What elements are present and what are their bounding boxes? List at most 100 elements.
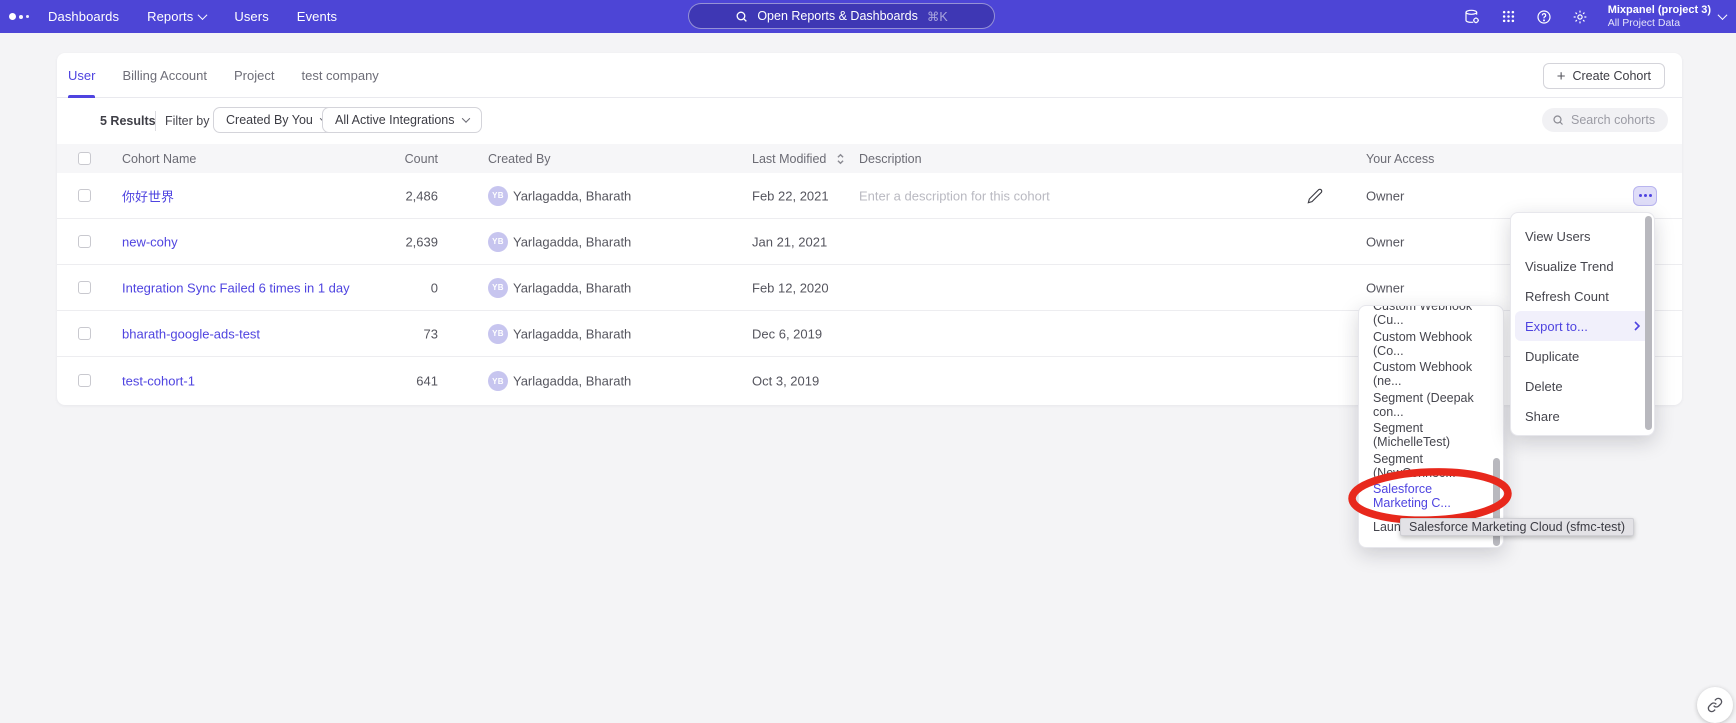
export-to-label: Export to... [1525,319,1588,334]
access-level: Owner [1366,280,1404,295]
cohort-count: 0 [327,280,438,295]
search-icon [735,10,748,23]
share-link-button[interactable] [1697,687,1733,723]
header-your-access: Your Access [1366,152,1434,166]
avatar: YB [488,232,508,252]
search-cohorts-input[interactable]: Search cohorts [1542,108,1668,132]
header-count: Count [327,152,438,166]
tab-billing-account[interactable]: Billing Account [122,53,207,98]
created-by-filter[interactable]: Created By You [213,107,340,133]
top-nav: Dashboards Reports Users Events Open Rep… [0,0,1736,33]
menu-item-duplicate[interactable]: Duplicate [1511,341,1654,371]
row-checkbox[interactable] [78,189,91,202]
keyboard-shortcut: ⌘K [927,9,948,24]
last-modified-date: Jan 21, 2021 [752,234,827,249]
export-submenu: Custom Webhook (Cu... Custom Webhook (Co… [1358,305,1504,548]
data-management-icon[interactable] [1464,8,1481,25]
submenu-item-segment-1[interactable]: Segment (Deepak con... [1359,390,1503,421]
integrations-filter-label: All Active Integrations [335,113,455,127]
menu-item-delete[interactable]: Delete [1511,371,1654,401]
row-checkbox[interactable] [78,374,91,387]
cohort-count: 2,486 [327,188,438,203]
header-last-modified[interactable]: Last Modified [752,152,826,166]
help-icon[interactable] [1536,8,1553,25]
sort-icon[interactable] [837,153,844,165]
chevron-down-icon[interactable] [1718,10,1728,20]
created-by-filter-label: Created By You [226,113,313,127]
chevron-down-icon [198,10,208,20]
row-checkbox[interactable] [78,235,91,248]
submenu-arrow-icon [1634,321,1640,331]
nav-reports-label: Reports [147,9,193,24]
context-menu-scrollbar[interactable] [1645,216,1652,430]
table-row: 你好世界 2,486 YB Yarlagadda, Bharath Feb 22… [57,173,1682,219]
row-checkbox[interactable] [78,281,91,294]
table-row: new-cohy 2,639 YB Yarlagadda, Bharath Ja… [57,219,1682,265]
global-search-bar[interactable]: Open Reports & Dashboards ⌘K [688,3,995,29]
tab-test-company[interactable]: test company [301,53,378,98]
submenu-item-custom-webhook-1[interactable]: Custom Webhook (Cu... [1359,305,1503,329]
plus-icon: + [1557,69,1566,84]
created-by-name: Yarlagadda, Bharath [513,188,631,203]
last-modified-date: Dec 6, 2019 [752,326,822,341]
header-description: Description [859,152,922,166]
row-actions-button[interactable] [1633,186,1657,206]
description-placeholder[interactable]: Enter a description for this cohort [859,188,1050,203]
row-checkbox[interactable] [78,327,91,340]
integrations-filter[interactable]: All Active Integrations [322,107,482,133]
select-all-checkbox[interactable] [78,152,91,165]
filter-by-label: Filter by [165,114,209,128]
menu-item-view-users[interactable]: View Users [1511,221,1654,251]
avatar: YB [488,278,508,298]
nav-users[interactable]: Users [234,9,268,24]
mixpanel-logo-icon[interactable] [9,13,29,20]
filter-bar: 5 Results Filter by Created By You All A… [57,98,1682,144]
project-selector[interactable]: Mixpanel (project 3) All Project Data [1608,4,1711,29]
created-by-name: Yarlagadda, Bharath [513,326,631,341]
table-header: Cohort Name Count Created By Last Modifi… [57,144,1682,173]
project-scope: All Project Data [1608,17,1711,29]
last-modified-date: Oct 3, 2019 [752,374,819,389]
row-context-menu: View Users Visualize Trend Refresh Count… [1510,212,1655,436]
entity-tabbar: User Billing Account Project test compan… [57,53,1682,98]
menu-item-visualize-trend[interactable]: Visualize Trend [1511,251,1654,281]
cohort-count: 73 [327,326,438,341]
tab-user[interactable]: User [68,53,95,98]
project-name: Mixpanel (project 3) [1608,4,1711,17]
menu-item-refresh-count[interactable]: Refresh Count [1511,281,1654,311]
cohort-name-link[interactable]: new-cohy [122,234,178,249]
link-icon [1707,697,1723,713]
global-search-placeholder: Open Reports & Dashboards [757,9,918,23]
nav-events[interactable]: Events [297,9,337,24]
cohort-name-link[interactable]: bharath-google-ads-test [122,326,260,341]
submenu-item-custom-webhook-2[interactable]: Custom Webhook (Co... [1359,329,1503,360]
last-modified-date: Feb 22, 2021 [752,188,829,203]
divider [155,111,156,131]
apps-grid-icon[interactable] [1500,8,1517,25]
access-level: Owner [1366,188,1404,203]
cohort-count: 641 [327,374,438,389]
menu-item-export-to[interactable]: Export to... [1515,311,1650,341]
cohort-name-link[interactable]: 你好世界 [122,186,174,205]
avatar: YB [488,186,508,206]
submenu-item-segment-3[interactable]: Segment (NewConnec... [1359,451,1503,482]
cohort-name-link[interactable]: Integration Sync Failed 6 times in 1 day [122,280,350,295]
edit-pencil-icon[interactable] [1307,188,1323,204]
menu-item-share[interactable]: Share [1511,401,1654,431]
create-cohort-button[interactable]: + Create Cohort [1543,63,1665,89]
submenu-item-custom-webhook-3[interactable]: Custom Webhook (ne... [1359,359,1503,390]
access-level: Owner [1366,234,1404,249]
search-icon [1552,114,1564,126]
nav-reports[interactable]: Reports [147,9,206,24]
chevron-down-icon [461,114,469,122]
submenu-item-salesforce-marketing-cloud[interactable]: Salesforce Marketing C... [1359,481,1503,512]
submenu-item-segment-2[interactable]: Segment (MichelleTest) [1359,420,1503,451]
cohort-name-link[interactable]: test-cohort-1 [122,374,195,389]
settings-gear-icon[interactable] [1572,8,1589,25]
cohort-count: 2,639 [327,234,438,249]
header-cohort-name: Cohort Name [122,152,196,166]
create-cohort-label: Create Cohort [1572,69,1651,83]
nav-dashboards[interactable]: Dashboards [48,9,119,24]
tab-project[interactable]: Project [234,53,274,98]
created-by-name: Yarlagadda, Bharath [513,280,631,295]
